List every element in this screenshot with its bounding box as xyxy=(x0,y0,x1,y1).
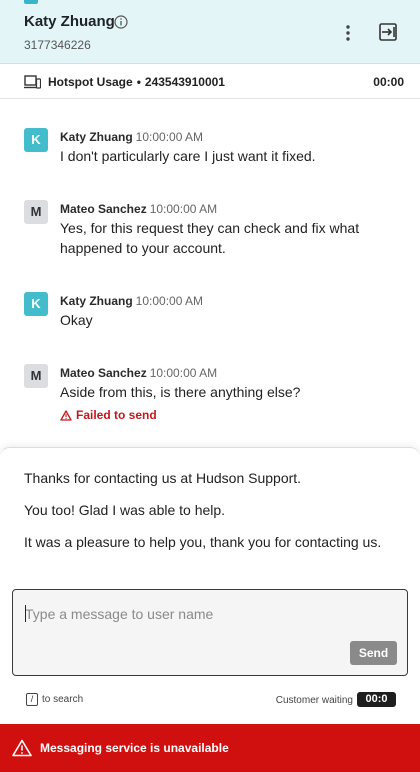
separator-dot: • xyxy=(136,75,141,89)
message-time: 10:00:00 AM xyxy=(149,366,218,380)
conversation-header: Katy Zhuang 3177346226 xyxy=(0,0,420,64)
canned-response[interactable]: It was a pleasure to help you, thank you… xyxy=(24,532,384,552)
message-time: 10:00:00 AM xyxy=(135,130,204,144)
header-accent xyxy=(24,0,38,4)
issue-timer: 00:00 xyxy=(373,75,404,89)
customer-name: Katy Zhuang xyxy=(24,13,115,30)
customer-waiting-label: Customer waiting xyxy=(275,695,353,706)
warning-icon xyxy=(60,410,72,421)
warning-icon xyxy=(12,739,32,757)
avatar: K xyxy=(24,292,48,316)
failed-status-text: Failed to send xyxy=(76,408,157,422)
message-text: I don't particularly care I just want it… xyxy=(60,148,316,164)
message-author: Mateo Sanchez xyxy=(60,366,147,380)
text-cursor xyxy=(25,605,26,622)
issue-bar: Hotspot Usage • 243543910001 00:00 xyxy=(0,65,420,99)
send-button[interactable]: Send xyxy=(350,641,397,665)
search-hint: to search xyxy=(42,694,84,705)
message-author: Katy Zhuang xyxy=(60,130,133,144)
message-text: Aside from this, is there anything else? xyxy=(60,384,301,400)
message-time: 10:00:00 AM xyxy=(149,202,218,216)
slash-key-icon: / xyxy=(26,693,38,706)
account-number: 243543910001 xyxy=(144,75,225,89)
message-time: 10:00:00 AM xyxy=(135,294,204,308)
message-input[interactable] xyxy=(25,604,395,624)
exit-icon[interactable] xyxy=(378,22,398,42)
customer-waiting-timer: 00:0 xyxy=(357,692,396,707)
avatar: M xyxy=(24,364,48,388)
canned-response[interactable]: You too! Glad I was able to help. xyxy=(24,500,384,520)
canned-response[interactable]: Thanks for contacting us at Hudson Suppo… xyxy=(24,468,384,488)
message-meta: Katy Zhuang 10:00:00 AM xyxy=(60,292,203,310)
avatar: K xyxy=(24,128,48,152)
message-meta: Katy Zhuang 10:00:00 AM xyxy=(60,128,203,146)
message-text: Okay xyxy=(60,312,93,328)
canned-responses-panel: Thanks for contacting us at Hudson Suppo… xyxy=(0,447,420,585)
customer-phone: 3177346226 xyxy=(24,38,91,52)
device-icon xyxy=(24,75,41,89)
message-author: Mateo Sanchez xyxy=(60,202,147,216)
error-message: Messaging service is unavailable xyxy=(40,741,229,755)
message-author: Katy Zhuang xyxy=(60,294,133,308)
message-composer: Send xyxy=(12,589,408,676)
more-options-icon[interactable] xyxy=(340,24,356,42)
message-meta: Mateo Sanchez 10:00:00 AM xyxy=(60,364,217,382)
message-text: Yes, for this request they can check and… xyxy=(60,220,360,256)
error-banner: Messaging service is unavailable xyxy=(0,724,420,772)
avatar: M xyxy=(24,200,48,224)
message-meta: Mateo Sanchez 10:00:00 AM xyxy=(60,200,217,218)
issue-title: Hotspot Usage • 243543910001 xyxy=(48,75,225,89)
failed-status[interactable]: Failed to send xyxy=(60,408,157,422)
info-icon[interactable] xyxy=(114,15,128,29)
issue-type: Hotspot Usage xyxy=(48,75,133,89)
